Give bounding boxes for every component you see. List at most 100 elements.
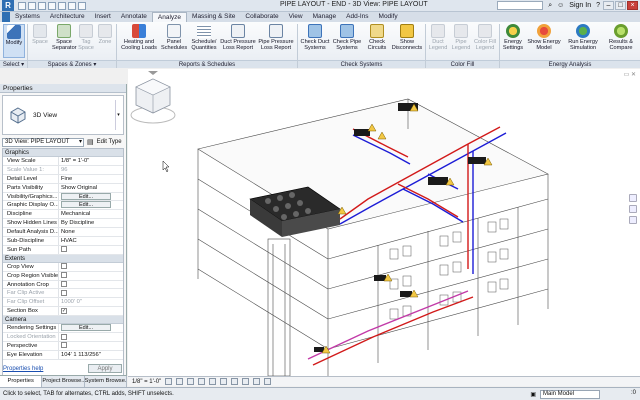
property-value[interactable]: 1/8" = 1'-0": [59, 157, 123, 165]
property-value[interactable]: By Discipline: [59, 219, 123, 227]
property-value[interactable]: 1000' 0": [59, 298, 123, 306]
property-value[interactable]: Fine: [59, 175, 123, 183]
checkbox[interactable]: [61, 289, 67, 296]
property-value[interactable]: Edit...: [59, 201, 123, 209]
zoom-dropdown-icon[interactable]: [629, 216, 637, 224]
full-navigation-wheel-icon[interactable]: [629, 194, 637, 202]
measure-icon[interactable]: [68, 1, 76, 10]
property-row[interactable]: Graphic Display O... Edit...: [3, 201, 123, 211]
checkbox[interactable]: [61, 342, 67, 349]
type-selector[interactable]: 3D View ▾: [2, 95, 124, 135]
ahu-unit[interactable]: [354, 129, 370, 136]
view-scale-label[interactable]: 1/8" = 1'-0": [132, 379, 161, 385]
building-model-drawing[interactable]: [128, 69, 640, 376]
visual-style-icon[interactable]: [176, 378, 184, 385]
file-tab[interactable]: [2, 12, 10, 22]
property-value[interactable]: [59, 246, 123, 254]
space-separator-button[interactable]: Space Separator: [52, 24, 77, 58]
detail-level-icon[interactable]: [165, 378, 173, 385]
panel-schedules-button[interactable]: Panel Schedules: [161, 24, 187, 58]
active-model-select[interactable]: Main Model: [540, 390, 600, 399]
ribbon-tab-add-ins[interactable]: Add-Ins: [341, 12, 373, 22]
temporary-hide-icon[interactable]: [253, 378, 261, 385]
property-value[interactable]: Edit...: [59, 324, 123, 332]
property-row[interactable]: Show Hidden Lines By Discipline: [3, 219, 123, 229]
worksets-icon[interactable]: ▣: [530, 391, 536, 398]
edit-type-button[interactable]: Edit Type: [97, 139, 122, 145]
property-row[interactable]: Rendering Settings Edit...: [3, 324, 123, 334]
ribbon-tab-systems[interactable]: Systems: [10, 12, 45, 22]
property-row[interactable]: Crop Region Visible: [3, 271, 123, 281]
property-value[interactable]: [59, 281, 123, 289]
checkbox[interactable]: [61, 272, 67, 279]
lock-icon[interactable]: [242, 378, 250, 385]
search-icon[interactable]: ⌕: [548, 2, 552, 10]
property-row[interactable]: Parts Visibility Show Original: [3, 183, 123, 193]
chevron-down-icon[interactable]: ▾: [115, 100, 121, 130]
rendering-icon[interactable]: [209, 378, 217, 385]
redo-icon[interactable]: [48, 1, 56, 10]
ahu-unit[interactable]: [468, 157, 486, 164]
property-row[interactable]: Visibility/Graphics... Edit...: [3, 192, 123, 202]
property-value[interactable]: Edit...: [59, 192, 123, 201]
property-row[interactable]: Perspective: [3, 341, 123, 351]
reveal-hidden-icon[interactable]: [264, 378, 272, 385]
help-icon[interactable]: ?: [596, 2, 600, 9]
ribbon-tab-collaborate[interactable]: Collaborate: [240, 12, 283, 22]
property-row[interactable]: Discipline Mechanical: [3, 210, 123, 220]
ribbon-tab-view[interactable]: View: [284, 12, 308, 22]
view-cube[interactable]: [128, 69, 178, 129]
property-value[interactable]: [59, 272, 123, 280]
instance-filter-select[interactable]: 3D View: PIPE LAYOUT: [2, 137, 84, 147]
property-row[interactable]: View Scale 1/8" = 1'-0": [3, 157, 123, 166]
print-icon[interactable]: [58, 1, 66, 10]
3d-view-icon[interactable]: [78, 1, 86, 10]
property-value[interactable]: [59, 263, 123, 271]
checkbox[interactable]: ✓: [61, 307, 67, 314]
sign-in-link[interactable]: Sign In: [569, 2, 591, 9]
minimize-button[interactable]: –: [603, 1, 614, 10]
apply-button[interactable]: Apply: [88, 364, 122, 373]
results-compare-button[interactable]: Results & Compare: [604, 24, 638, 58]
checkbox[interactable]: [61, 263, 67, 270]
close-button[interactable]: ×: [627, 1, 638, 10]
duct-legend-button[interactable]: Duct Legend: [427, 24, 449, 58]
property-row[interactable]: Crop View: [3, 262, 123, 272]
selection-filter[interactable]: :0: [631, 390, 636, 396]
save-icon[interactable]: [28, 1, 36, 10]
maximize-button[interactable]: □: [615, 1, 626, 10]
color-fill-legend-button[interactable]: Color Fill Legend: [473, 24, 497, 58]
tag-space-button[interactable]: Tag Space: [77, 24, 95, 58]
space-button[interactable]: Space: [30, 24, 50, 58]
ribbon-tab-manage[interactable]: Manage: [308, 12, 342, 22]
edit-button[interactable]: Edit...: [61, 201, 111, 209]
show-disconnects-button[interactable]: Show Disconnects: [391, 24, 423, 58]
property-row[interactable]: Section Box ✓: [3, 307, 123, 317]
run-energy-simulation-button[interactable]: Run Energy Simulation: [563, 24, 603, 58]
show-energy-model-button[interactable]: Show Energy Model: [527, 24, 561, 58]
property-value[interactable]: 104' 1 113/256": [59, 351, 123, 359]
ribbon-tab-annotate[interactable]: Annotate: [116, 12, 152, 22]
application-menu-button[interactable]: R: [2, 0, 14, 11]
checkbox[interactable]: [61, 333, 67, 340]
fan-coil-unit[interactable]: [400, 291, 412, 297]
viewport-restore-icon[interactable]: ▭ ✕: [624, 71, 636, 78]
3d-viewport[interactable]: ▭ ✕: [128, 69, 640, 376]
ribbon-tab-insert[interactable]: Insert: [90, 12, 116, 22]
properties-help-link[interactable]: Properties help: [3, 366, 43, 372]
check-pipe-systems-button[interactable]: Check Pipe Systems: [332, 24, 362, 58]
user-icon[interactable]: ☺: [557, 2, 564, 9]
crop-view-icon[interactable]: [220, 378, 228, 385]
property-value[interactable]: ✓: [59, 307, 123, 315]
checkbox[interactable]: [61, 246, 67, 253]
modify-button[interactable]: Modify: [3, 24, 25, 58]
property-row[interactable]: Eye Elevation 104' 1 113/256": [3, 350, 123, 360]
property-value[interactable]: [59, 342, 123, 350]
fan-coil-unit[interactable]: [374, 275, 386, 281]
schedule-quantities-button[interactable]: Schedule/ Quantities: [189, 24, 219, 58]
property-value[interactable]: 96: [59, 166, 123, 174]
ribbon-tab-massing-site[interactable]: Massing & Site: [187, 12, 240, 22]
ribbon-tab-modify[interactable]: Modify: [374, 12, 403, 22]
category-graphics[interactable]: Graphics: [3, 149, 123, 157]
property-row[interactable]: Detail Level Fine: [3, 174, 123, 184]
